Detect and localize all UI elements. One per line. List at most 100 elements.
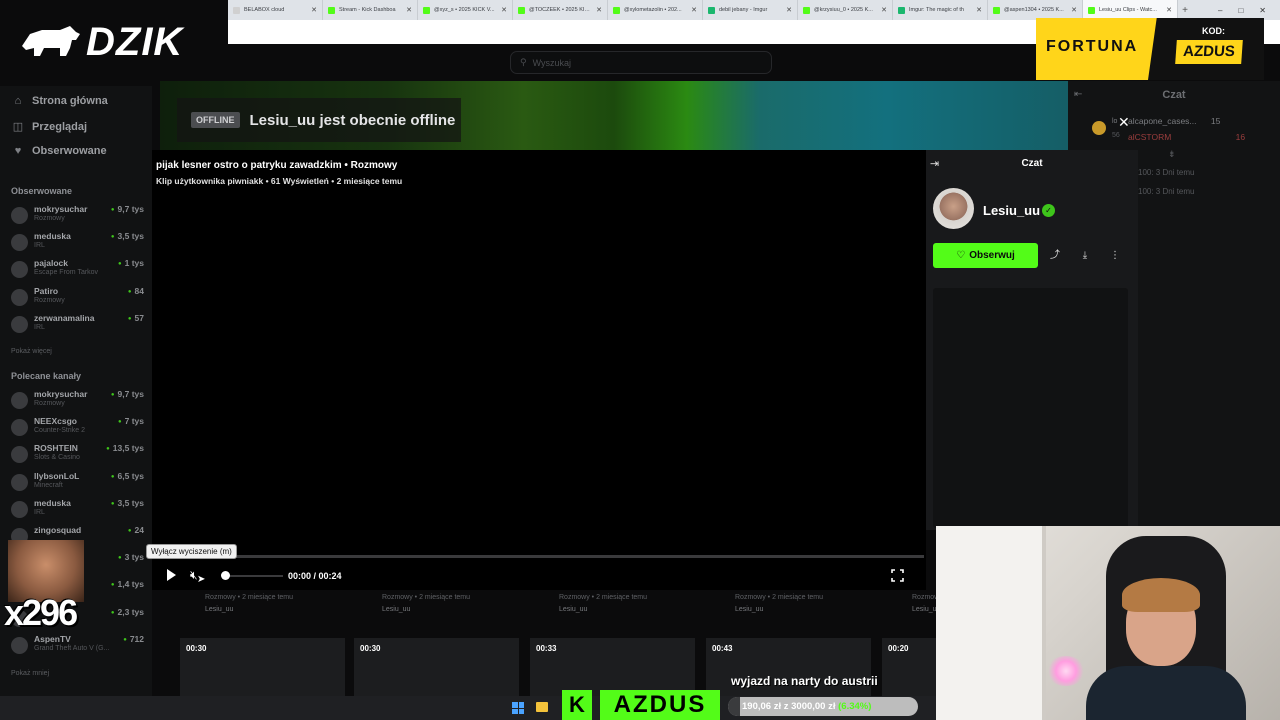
share-icon[interactable]: ⤴ <box>1046 247 1064 265</box>
heart-outline-icon: ♡ <box>956 250 966 261</box>
emote-counter: x296 <box>4 592 78 633</box>
tab-label: @TOCZEEK • 2025 KIC... <box>529 7 593 13</box>
browser-tab[interactable]: @TOCZEEK • 2025 KIC... ✕ <box>513 0 608 20</box>
viewer-count: 3,5 tys <box>111 231 144 241</box>
clip-video-player[interactable] <box>152 150 926 590</box>
browser-tab[interactable]: Lesiu_uu Clips - Watc... ✕ <box>1083 0 1178 20</box>
sidebar-channel[interactable]: AspenTVGrand Theft Auto V (G... 712 <box>11 634 147 658</box>
windows-start-icon[interactable] <box>512 702 524 714</box>
show-more-link[interactable]: Pokaż więcej <box>11 348 52 355</box>
tab-label: @aspen1304 • 2025 K... <box>1004 7 1064 13</box>
tab-favicon-icon <box>423 6 430 14</box>
viewer-count: 9,7 tys <box>111 389 144 399</box>
close-modal-icon[interactable]: ✕ <box>1118 114 1130 131</box>
facecam-lamp <box>1046 656 1086 686</box>
channel-username[interactable]: Lesiu_uu <box>983 203 1040 218</box>
tab-close-icon[interactable]: ✕ <box>406 6 412 14</box>
sidebar-channel[interactable]: NEEXcsgoCounter-Strike 2 7 tys <box>11 416 147 440</box>
clip-thumbnail[interactable]: 00:43 <box>706 638 871 698</box>
volume-slider[interactable] <box>227 575 283 577</box>
sidebar-channel[interactable]: meduskaIRL 3,5 tys <box>11 498 147 522</box>
avatar <box>11 446 28 464</box>
channel-name: llybsonLoL <box>34 470 80 481</box>
clip-card-user[interactable]: Lesiu_uu <box>735 606 763 613</box>
sidebar-channel[interactable]: pajalockEscape From Tarkov 1 tys <box>11 258 147 282</box>
folder-icon[interactable] <box>536 702 548 712</box>
tab-close-icon[interactable]: ✕ <box>1071 6 1077 14</box>
goal-ticker: wyjazd na narty do austrii <box>731 674 878 688</box>
play-icon[interactable] <box>164 568 178 582</box>
tab-close-icon[interactable]: ✕ <box>596 6 602 14</box>
viewer-count: 1,4 tys <box>111 579 144 589</box>
tab-close-icon[interactable]: ✕ <box>1166 6 1172 14</box>
close-window-icon[interactable]: ✕ <box>1259 6 1266 15</box>
tab-label: @xylometazolin • 202... <box>624 7 682 13</box>
kick-logo-icon: K <box>562 690 592 720</box>
clip-card-user[interactable]: Lesiu_uu <box>559 606 587 613</box>
tab-close-icon[interactable]: ✕ <box>691 6 697 14</box>
sidebar-channel[interactable]: mokrysucharRozmowy 9,7 tys <box>11 389 147 413</box>
browser-tab[interactable]: @xyz_s • 2025 KICK V... ✕ <box>418 0 513 20</box>
clip-thumbnail[interactable]: 00:30 <box>354 638 519 698</box>
verified-icon: ✓ <box>1042 204 1055 217</box>
maximize-icon[interactable]: □ <box>1238 6 1243 15</box>
show-less-link[interactable]: Pokaż mniej <box>11 670 49 677</box>
sidebar-item-browse[interactable]: ◫ Przeglądaj <box>12 120 88 134</box>
browser-tab[interactable]: debil jebany - Imgur ✕ <box>703 0 798 20</box>
offline-text: Lesiu_uu jest obecnie offline <box>249 111 456 129</box>
browser-tab[interactable]: Imgur: The magic of th ✕ <box>893 0 988 20</box>
avatar <box>11 419 28 437</box>
clip-card-meta: Rozmowy • 2 miesiące temu <box>382 594 471 601</box>
browser-tab[interactable]: @krzysiuu_0 • 2025 K... ✕ <box>798 0 893 20</box>
fullscreen-icon[interactable] <box>891 569 904 582</box>
browser-tab[interactable]: @xylometazolin • 202... ✕ <box>608 0 703 20</box>
chevron-down-icon[interactable]: ⇟ <box>1168 149 1176 160</box>
tab-close-icon[interactable]: ✕ <box>881 6 887 14</box>
clip-thumbnail[interactable]: 00:33 <box>530 638 695 698</box>
minimize-icon[interactable]: – <box>1218 6 1222 15</box>
browser-tab[interactable]: BELABOX cloud ✕ <box>228 0 323 20</box>
clip-card-user[interactable]: Lesiu_uu <box>205 606 233 613</box>
sidebar-channel[interactable]: ROSHTEINSlots & Casino 13,5 tys <box>11 443 147 467</box>
goal-text: 190,06 zł z 3000,00 zł (6.34%) <box>742 701 871 712</box>
volume-knob[interactable] <box>221 571 230 580</box>
sidebar-channel[interactable]: meduskaIRL 3,5 tys <box>11 231 147 255</box>
clip-duration: 00:20 <box>888 644 909 653</box>
badge-icon <box>1092 121 1106 135</box>
sidebar-channel[interactable]: mokrysucharRozmowy 9,7 tys <box>11 204 147 228</box>
download-icon[interactable]: ⤓ <box>1076 247 1094 265</box>
avatar <box>11 207 28 224</box>
sidebar-channel[interactable]: PatiroRozmowy 84 <box>11 286 147 310</box>
viewer-count: 9,7 tys <box>111 204 144 214</box>
donation-goal-bar: 190,06 zł z 3000,00 zł (6.34%) <box>728 697 918 716</box>
avatar[interactable] <box>933 188 974 229</box>
sidebar-channel[interactable]: zerwanamalinaIRL 57 <box>11 313 147 337</box>
clip-thumbnail[interactable]: 00:30 <box>180 638 345 698</box>
new-tab-icon[interactable]: + <box>1178 5 1192 16</box>
goal-current: 190,06 zł <box>742 701 782 712</box>
clip-thumbnail[interactable]: 00:20 <box>882 638 936 698</box>
sidebar-item-home[interactable]: ⌂ Strona główna <box>12 95 108 107</box>
channel-category: Minecraft <box>34 481 63 489</box>
tab-close-icon[interactable]: ✕ <box>311 6 317 14</box>
sidebar-channel[interactable]: llybsonLoLMinecraft 6,5 tys <box>11 471 147 495</box>
sponsor-ad: FORTUNA KOD: AZDUS <box>1036 18 1264 80</box>
clip-card-user[interactable]: Lesiu_uu <box>382 606 410 613</box>
more-options-icon[interactable]: ⋮ <box>1106 247 1124 265</box>
tab-close-icon[interactable]: ✕ <box>786 6 792 14</box>
channel-category: Rozmowy <box>34 296 65 304</box>
viewer-count: 57 <box>128 313 144 323</box>
tab-label: Lesiu_uu Clips - Watc... <box>1099 7 1157 13</box>
follow-button[interactable]: ♡ Obserwuj <box>933 243 1038 268</box>
sidebar-item-following[interactable]: ♥ Obserwowane <box>12 145 107 157</box>
sidebar-item-label: Przeglądaj <box>32 120 88 133</box>
browser-tab[interactable]: @aspen1304 • 2025 K... ✕ <box>988 0 1083 20</box>
channel-name: zingosquad <box>34 525 82 535</box>
browser-tab[interactable]: Stream - Kick Dashboa ✕ <box>323 0 418 20</box>
pinned-message: alcapone_cases... 15 <box>1128 116 1220 126</box>
tab-close-icon[interactable]: ✕ <box>976 6 982 14</box>
channel-category: Counter-Strike 2 <box>34 427 85 435</box>
clip-progress-bar[interactable] <box>160 555 924 558</box>
tab-close-icon[interactable]: ✕ <box>501 6 507 14</box>
search-input[interactable]: ⚲ Wyszukaj <box>510 51 772 74</box>
